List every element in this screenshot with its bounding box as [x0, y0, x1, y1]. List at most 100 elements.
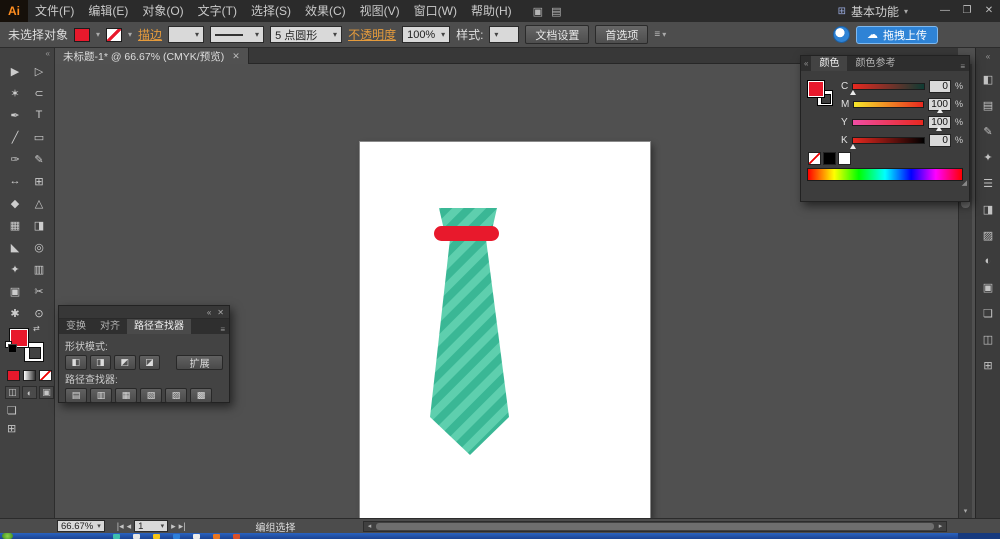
stroke-color-swatch[interactable]	[106, 28, 122, 42]
tie-knot-band[interactable]	[434, 226, 499, 241]
magenta-slider[interactable]	[853, 101, 924, 108]
tool-rectangle[interactable]: ▭	[27, 126, 51, 148]
close-button[interactable]: ✕	[978, 0, 1000, 22]
tool-column-graph[interactable]: ▥	[27, 258, 51, 280]
tool-gradient[interactable]: ◨	[27, 214, 51, 236]
tool-symbol-sprayer[interactable]: ✦	[3, 258, 27, 280]
tab-color-guide[interactable]: 颜色参考	[847, 56, 903, 71]
none-mode-button[interactable]	[39, 370, 52, 381]
stroke-panel-icon[interactable]: ☰	[979, 175, 997, 191]
slider-thumb[interactable]	[850, 90, 856, 95]
stroke-dropdown-icon[interactable]: ▾	[128, 30, 132, 39]
merge-button[interactable]: ▦	[115, 388, 137, 403]
next-artboard-button[interactable]: ▸	[171, 521, 176, 532]
color-mode-button[interactable]	[7, 370, 20, 381]
color-panel-icon[interactable]: ◧	[979, 71, 997, 87]
app-logo[interactable]: Ai	[0, 0, 28, 22]
taskbar-app-icon[interactable]	[153, 534, 160, 539]
tool-zoom[interactable]: ⊙	[27, 302, 51, 324]
taskbar-app-icon[interactable]	[113, 534, 120, 539]
brush-definition-field[interactable]: 5 点圆形 ▾	[270, 26, 342, 43]
none-swatch[interactable]	[808, 152, 821, 165]
cyan-slider[interactable]	[852, 83, 924, 90]
horizontal-scrollbar[interactable]: ◂ ▸	[363, 521, 947, 532]
tool-width[interactable]: ↔	[3, 170, 27, 192]
tool-blend[interactable]: ◎	[27, 236, 51, 258]
tab-close-icon[interactable]: ✕	[232, 51, 240, 62]
black-slider[interactable]	[852, 137, 924, 144]
stroke-profile-field[interactable]: ▾	[210, 26, 264, 43]
layers-panel-icon[interactable]: ❏	[979, 305, 997, 321]
tool-paintbrush[interactable]: ✑	[3, 148, 27, 170]
workspace-switcher[interactable]: ⊞ 基本功能 ▾	[838, 3, 908, 20]
tool-perspective-grid[interactable]: △	[27, 192, 51, 214]
taskbar-app-icon[interactable]	[173, 534, 180, 539]
taskbar-tray[interactable]	[958, 533, 1000, 539]
tool-slice[interactable]: ✂	[27, 280, 51, 302]
tool-free-transform[interactable]: ⊞	[27, 170, 51, 192]
tool-pencil[interactable]: ✎	[27, 148, 51, 170]
panel-menu-icon[interactable]: ≡	[956, 62, 969, 71]
tool-artboard[interactable]: ▣	[3, 280, 27, 302]
menu-type[interactable]: 文字(T)	[191, 0, 244, 22]
symbols-panel-icon[interactable]: ✦	[979, 149, 997, 165]
graphic-styles-panel-icon[interactable]: ▣	[979, 279, 997, 295]
slider-thumb[interactable]	[937, 108, 943, 113]
trim-button[interactable]: ▥	[90, 388, 112, 403]
tool-hand[interactable]: ✱	[3, 302, 27, 324]
artboards-panel-icon[interactable]: ◫	[979, 331, 997, 347]
minus-front-button[interactable]: ◨	[90, 355, 112, 370]
white-swatch[interactable]	[838, 152, 851, 165]
outline-button[interactable]: ▨	[165, 388, 187, 403]
tool-selection[interactable]: ▶	[3, 60, 27, 82]
menu-edit[interactable]: 编辑(E)	[81, 0, 135, 22]
default-fill-stroke-icon[interactable]	[5, 341, 12, 348]
scroll-right-icon[interactable]: ▸	[935, 522, 946, 531]
cyan-value-field[interactable]: 0	[929, 80, 951, 93]
tab-transform[interactable]: 变换	[59, 319, 93, 334]
artboard-number-field[interactable]: 1 ▾	[134, 520, 168, 532]
taskbar-app-icon[interactable]	[233, 534, 240, 539]
exclude-button[interactable]: ◪	[139, 355, 161, 370]
panel-resize-grip[interactable]: ◢	[962, 179, 967, 187]
taskbar-app-icon[interactable]	[133, 534, 140, 539]
tab-color[interactable]: 颜色	[811, 56, 847, 71]
horizontal-scroll-thumb[interactable]	[376, 523, 934, 530]
menu-window[interactable]: 窗口(W)	[407, 0, 464, 22]
toolbar-flyout-icon[interactable]: ⊞	[7, 422, 16, 435]
black-value-field[interactable]: 0	[929, 134, 951, 147]
first-artboard-button[interactable]: |◂	[117, 521, 124, 532]
menu-object[interactable]: 对象(O)	[135, 0, 190, 22]
tie-artwork[interactable]	[360, 142, 650, 518]
zoom-field[interactable]: 66.67% ▾	[57, 520, 105, 532]
taskbar-app-icon[interactable]	[193, 534, 200, 539]
minus-back-button[interactable]: ▩	[190, 388, 212, 403]
taskbar-app-icon[interactable]	[213, 534, 220, 539]
bridge-icon[interactable]: ▣	[533, 5, 543, 18]
panel-collapse-icon[interactable]: «	[207, 308, 211, 317]
gradient-mode-button[interactable]	[23, 370, 36, 381]
gradient-panel-icon[interactable]: ◨	[979, 201, 997, 217]
slider-thumb[interactable]	[936, 126, 942, 131]
arrange-documents-icon[interactable]: ▤	[551, 5, 561, 18]
intersect-button[interactable]: ◩	[114, 355, 136, 370]
swap-fill-stroke-icon[interactable]: ⇄	[33, 324, 40, 333]
opacity-link[interactable]: 不透明度	[348, 26, 396, 43]
pathfinder-panel-titlebar[interactable]: « ✕	[59, 306, 229, 319]
pathfinder-panel-icon[interactable]: ⊞	[979, 357, 997, 373]
divide-button[interactable]: ▤	[65, 388, 87, 403]
document-tab[interactable]: 未标题-1* @ 66.67% (CMYK/预览) ✕	[55, 48, 249, 64]
tool-direct-selection[interactable]: ▷	[27, 60, 51, 82]
fill-proxy-swatch[interactable]	[808, 81, 824, 97]
menu-file[interactable]: 文件(F)	[28, 0, 81, 22]
tie-body-shape[interactable]	[430, 239, 509, 455]
draw-inside-icon[interactable]: ▣	[39, 386, 54, 399]
tool-shape-builder[interactable]: ◆	[3, 192, 27, 214]
yellow-slider[interactable]	[852, 119, 924, 126]
menu-view[interactable]: 视图(V)	[353, 0, 407, 22]
scroll-left-icon[interactable]: ◂	[364, 522, 375, 531]
drag-upload-button[interactable]: ☁ 拖拽上传	[856, 26, 938, 44]
start-button[interactable]	[2, 533, 13, 539]
tool-type[interactable]: T	[27, 104, 51, 126]
style-field[interactable]: ▾	[489, 26, 519, 43]
